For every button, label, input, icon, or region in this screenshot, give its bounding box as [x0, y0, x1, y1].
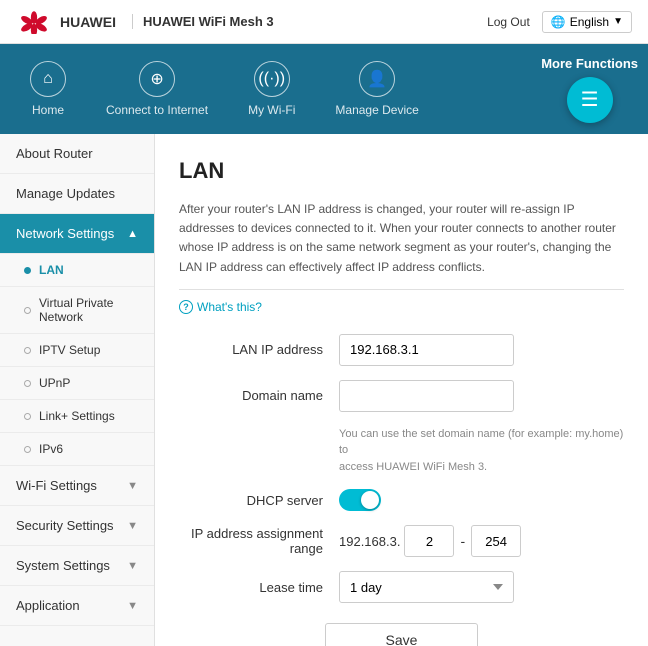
active-dot — [24, 267, 31, 274]
sidebar-item-network[interactable]: Network Settings ▲ — [0, 214, 154, 254]
whats-this-label: What's this? — [197, 300, 262, 314]
sidebar-subitem-link[interactable]: Link+ Settings — [0, 400, 154, 433]
nav-wifi-label: My Wi-Fi — [248, 103, 295, 117]
domain-row: Domain name — [179, 380, 624, 412]
logo: HUAWEI HUAWEI WiFi Mesh 3 — [16, 10, 274, 34]
more-functions-button[interactable]: ☰ — [567, 77, 613, 123]
sidebar-item-about[interactable]: About Router — [0, 134, 154, 174]
lease-row: Lease time 1 day 8 hours 4 hours 2 hours… — [179, 571, 624, 603]
sidebar-item-updates[interactable]: Manage Updates — [0, 174, 154, 214]
nav-manage[interactable]: 👤 Manage Device — [315, 53, 438, 125]
lease-select[interactable]: 1 day 8 hours 4 hours 2 hours 1 hour — [339, 571, 514, 603]
ip-dash: - — [460, 533, 465, 549]
nav-wifi[interactable]: ((·)) My Wi-Fi — [228, 53, 315, 125]
huawei-logo-icon — [16, 10, 52, 34]
ip-end-input[interactable] — [471, 525, 521, 557]
ip-range-label: IP address assignment range — [179, 526, 339, 556]
whats-this-link[interactable]: ? What's this? — [179, 300, 624, 314]
chevron-down-icon: ▼ — [127, 560, 138, 572]
chevron-down-icon: ▼ — [613, 16, 623, 27]
more-functions: More Functions ☰ — [541, 56, 638, 123]
chevron-down-icon: ▼ — [127, 480, 138, 492]
inactive-dot — [24, 307, 31, 314]
sidebar-item-application[interactable]: Application ▼ — [0, 586, 154, 626]
chevron-down-icon: ▼ — [127, 520, 138, 532]
chevron-up-icon: ▲ — [127, 228, 138, 240]
lease-label: Lease time — [179, 580, 339, 595]
save-row: Save — [179, 623, 624, 646]
globe-icon: 🌐 — [551, 15, 566, 29]
header-right: Log Out 🌐 English ▼ — [487, 11, 632, 33]
inactive-dot — [24, 413, 31, 420]
home-icon: ⌂ — [30, 61, 66, 97]
save-button[interactable]: Save — [325, 623, 479, 646]
lan-ip-row: LAN IP address — [179, 334, 624, 366]
brand-name: HUAWEI — [60, 14, 116, 30]
sidebar-subitem-iptv[interactable]: IPTV Setup — [0, 334, 154, 367]
hamburger-icon: ☰ — [581, 90, 599, 110]
help-icon: ? — [179, 300, 193, 314]
main-layout: About Router Manage Updates Network Sett… — [0, 134, 648, 646]
toggle-knob — [361, 491, 379, 509]
sidebar-item-wifi-settings[interactable]: Wi-Fi Settings ▼ — [0, 466, 154, 506]
sidebar-item-system[interactable]: System Settings ▼ — [0, 546, 154, 586]
domain-hint: You can use the set domain name (for exa… — [339, 426, 624, 476]
sidebar-subitem-lan[interactable]: LAN — [0, 254, 154, 287]
sidebar-subitem-upnp[interactable]: UPnP — [0, 367, 154, 400]
logout-button[interactable]: Log Out — [487, 15, 530, 29]
inactive-dot — [24, 347, 31, 354]
ip-prefix: 192.168.3. — [339, 534, 400, 549]
product-name: HUAWEI WiFi Mesh 3 — [132, 14, 274, 29]
dhcp-toggle[interactable] — [339, 489, 381, 511]
nav-home-label: Home — [32, 103, 64, 117]
navigation-bar: ⌂ Home ⊕ Connect to Internet ((·)) My Wi… — [0, 44, 648, 134]
inactive-dot — [24, 446, 31, 453]
sidebar: About Router Manage Updates Network Sett… — [0, 134, 155, 646]
dhcp-label: DHCP server — [179, 493, 339, 508]
dhcp-row: DHCP server — [179, 489, 624, 511]
page-title: LAN — [179, 158, 624, 184]
content-area: LAN After your router's LAN IP address i… — [155, 134, 648, 646]
info-description: After your router's LAN IP address is ch… — [179, 200, 624, 290]
internet-icon: ⊕ — [139, 61, 175, 97]
domain-input[interactable] — [339, 380, 514, 412]
language-selector[interactable]: 🌐 English ▼ — [542, 11, 632, 33]
nav-manage-label: Manage Device — [335, 103, 418, 117]
dhcp-toggle-wrap — [339, 489, 381, 511]
sidebar-subitem-vpn[interactable]: Virtual Private Network — [0, 287, 154, 334]
person-icon: 👤 — [359, 61, 395, 97]
lan-ip-input[interactable] — [339, 334, 514, 366]
header: HUAWEI HUAWEI WiFi Mesh 3 Log Out 🌐 Engl… — [0, 0, 648, 44]
nav-connect[interactable]: ⊕ Connect to Internet — [86, 53, 228, 125]
nav-connect-label: Connect to Internet — [106, 103, 208, 117]
more-functions-label: More Functions — [541, 56, 638, 71]
wifi-icon: ((·)) — [254, 61, 290, 97]
language-label: English — [570, 15, 609, 29]
sidebar-subitem-ipv6[interactable]: IPv6 — [0, 433, 154, 466]
nav-items: ⌂ Home ⊕ Connect to Internet ((·)) My Wi… — [10, 53, 439, 125]
domain-label: Domain name — [179, 388, 339, 403]
inactive-dot — [24, 380, 31, 387]
chevron-down-icon: ▼ — [127, 600, 138, 612]
ip-range-row: IP address assignment range 192.168.3. - — [179, 525, 624, 557]
sidebar-item-security[interactable]: Security Settings ▼ — [0, 506, 154, 546]
ip-start-input[interactable] — [404, 525, 454, 557]
lan-ip-label: LAN IP address — [179, 342, 339, 357]
nav-home[interactable]: ⌂ Home — [10, 53, 86, 125]
